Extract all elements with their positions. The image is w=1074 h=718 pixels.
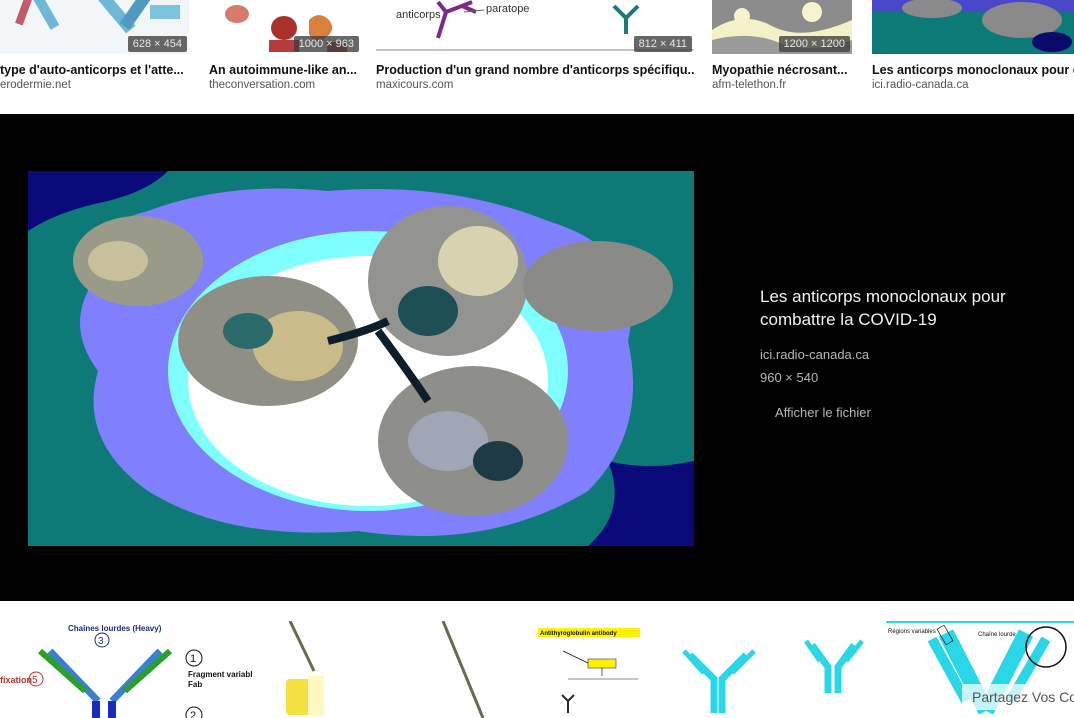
result-source: ici.radio-canada.ca xyxy=(872,79,969,91)
protein-cluster-lower xyxy=(378,366,568,516)
diagram-number-2: 2 xyxy=(190,710,196,718)
diagram-number-3: 3 xyxy=(98,636,104,647)
image-viewer-panel: Les anticorps monoclonaux pour combattre… xyxy=(0,114,1074,601)
image-dimensions-badge: 628 × 454 xyxy=(127,36,187,52)
protein-cluster-upper-right xyxy=(368,206,528,356)
viewer-dimensions: 960 × 540 xyxy=(760,370,819,385)
viewer-title[interactable]: Les anticorps monoclonaux pour combattre… xyxy=(760,285,1060,331)
result-thumbnail[interactable] xyxy=(676,621,776,718)
diagram-label-fixation: fixation xyxy=(0,675,32,685)
image-info-panel: Les anticorps monoclonaux pour combattre… xyxy=(760,285,1060,420)
protein-cluster-upper-left xyxy=(73,216,203,306)
antibody-icon-image xyxy=(788,621,878,718)
result-title[interactable]: Myopathie nécrosant... xyxy=(712,63,854,77)
result-title[interactable]: Les anticorps monoclonaux pour c xyxy=(872,63,1074,77)
antibody-structure-diagram-image: Chaînes lourdes (Heavy) 3 5 fixation 1 F… xyxy=(0,621,252,718)
result-thumbnail[interactable]: Chaînes lourdes (Heavy) 3 5 fixation 1 F… xyxy=(0,621,252,718)
open-file-link[interactable]: Afficher le fichier xyxy=(775,405,1060,420)
result-source: theconversation.com xyxy=(209,79,316,91)
result-title[interactable]: type d'auto-anticorps et l'atte... xyxy=(0,63,193,77)
result-thumbnail[interactable]: 1000 × 963 xyxy=(209,0,361,54)
result-source: afm-telethon.fr xyxy=(712,79,787,91)
result-thumbnail[interactable]: anticorps paratope 812 × 411 xyxy=(376,0,694,54)
diagram-label-heavy: Chaînes lourdes (Heavy) xyxy=(68,624,162,633)
result-source: erodermie.net xyxy=(0,79,71,91)
molecule-thumbnail-image xyxy=(872,0,1074,54)
antibody-molecule-image xyxy=(28,171,694,546)
result-thumbnail[interactable] xyxy=(872,0,1074,54)
diagram-number-1: 1 xyxy=(190,653,196,665)
antibody-icon-image xyxy=(676,621,776,718)
diagram-label-fragment: Fragment variable xyxy=(188,670,252,679)
bottom-results-strip: Chaînes lourdes (Heavy) 3 5 fixation 1 F… xyxy=(0,601,1074,718)
thumb-label-paratope: paratope xyxy=(486,3,529,15)
result-title[interactable]: Production d'un grand nombre d'anticorps… xyxy=(376,63,694,77)
viewer-source[interactable]: ici.radio-canada.ca xyxy=(760,347,1060,362)
image-dimensions-badge: 812 × 411 xyxy=(633,36,692,52)
thumb-label-anticorps: anticorps xyxy=(396,9,441,21)
top-results-strip: 628 × 454 type d'auto-anticorps et l'att… xyxy=(0,0,1074,114)
image-dimensions-badge: 1000 × 963 xyxy=(293,36,359,52)
result-source: maxicours.com xyxy=(376,79,454,91)
share-overlay-text: Partagez Vos Co xyxy=(962,684,1074,710)
result-thumbnail[interactable] xyxy=(788,621,878,718)
preview-image[interactable] xyxy=(28,171,694,546)
result-thumbnail[interactable] xyxy=(268,621,526,718)
flowchart-label: Antithyroglobulin antibody xyxy=(540,631,617,637)
flowchart-thumbnail-image: Antithyroglobulin antibody xyxy=(538,621,660,718)
diagram-label-chaine: Chaîne lourde xyxy=(978,632,1016,638)
diagram-number-5: 5 xyxy=(32,675,38,686)
image-dimensions-badge: 1200 × 1200 xyxy=(778,36,850,52)
syringe-thumbnail-image xyxy=(268,621,526,718)
result-title[interactable]: An autoimmune-like an... xyxy=(209,63,361,77)
result-thumbnail[interactable]: Antithyroglobulin antibody xyxy=(538,621,660,718)
protein-cluster-right xyxy=(523,241,673,331)
diagram-label-regions: Régions variables xyxy=(888,629,936,635)
result-thumbnail[interactable]: 628 × 454 xyxy=(0,0,189,54)
diagram-label-fab: Fab xyxy=(188,680,202,689)
result-thumbnail[interactable]: 1200 × 1200 xyxy=(712,0,852,54)
